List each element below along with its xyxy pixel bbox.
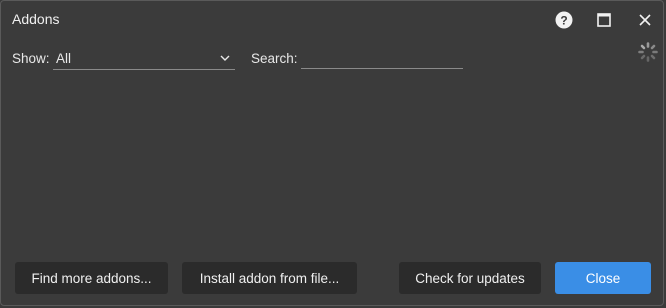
help-button[interactable]: ? [553, 9, 575, 31]
search-input[interactable] [301, 49, 463, 69]
addons-dialog: Addons ? Show: All Search: Find more add… [0, 0, 664, 306]
close-icon [639, 14, 651, 26]
chevron-down-icon [220, 55, 230, 61]
svg-text:?: ? [560, 14, 567, 28]
dialog-title: Addons [12, 11, 60, 27]
question-circle-icon: ? [555, 11, 573, 29]
close-button[interactable]: Close [555, 262, 651, 294]
addon-list [12, 79, 652, 249]
loading-spinner-icon [638, 42, 658, 62]
close-window-button[interactable] [634, 9, 656, 31]
show-label: Show: [12, 51, 50, 66]
find-more-addons-button[interactable]: Find more addons... [15, 262, 168, 294]
search-label: Search: [251, 51, 298, 66]
show-dropdown[interactable]: All [53, 49, 235, 70]
filter-row: Show: All Search: [12, 49, 652, 73]
maximize-button[interactable] [593, 9, 615, 31]
check-for-updates-button[interactable]: Check for updates [399, 262, 541, 294]
install-from-file-button[interactable]: Install addon from file... [182, 262, 357, 294]
titlebar: Addons ? [1, 1, 663, 37]
show-selected-value: All [56, 51, 72, 66]
maximize-icon [597, 13, 611, 27]
